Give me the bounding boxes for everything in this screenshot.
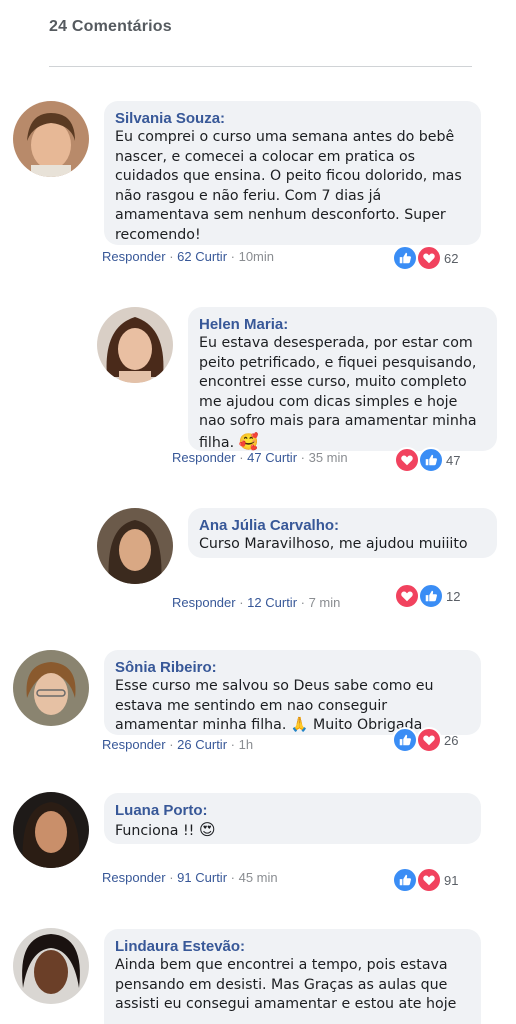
like-reaction	[392, 727, 418, 753]
reply-link[interactable]: Responder	[102, 737, 166, 752]
comment-text: Eu estava desesperada, por estar com pei…	[199, 335, 477, 451]
comment-author[interactable]: Lindaura Estevão:	[115, 937, 471, 956]
comment-author[interactable]: Luana Porto:	[115, 801, 471, 820]
reaction-count: 26	[444, 732, 459, 748]
reactions[interactable]: 91	[392, 867, 458, 893]
comment-bubble: Helen Maria: Eu estava desesperada, por …	[188, 307, 497, 451]
reply-link[interactable]: Responder	[102, 249, 166, 264]
like-link[interactable]: 26 Curtir	[177, 737, 227, 752]
heart-icon	[423, 253, 435, 264]
comment-meta: Responder · 62 Curtir · 10min	[102, 249, 275, 264]
like-link[interactable]: 12 Curtir	[247, 595, 297, 610]
avatar[interactable]	[97, 508, 173, 584]
like-reaction	[418, 447, 444, 473]
reply-link[interactable]: Responder	[102, 870, 166, 885]
avatar[interactable]	[13, 928, 89, 1004]
thumbs-up-icon	[399, 874, 411, 886]
reaction-count: 62	[444, 250, 459, 266]
heart-icon	[401, 591, 413, 602]
reactions[interactable]: 62	[392, 245, 458, 271]
reactions[interactable]: 26	[392, 727, 458, 753]
like-reaction	[418, 583, 444, 609]
avatar[interactable]	[97, 307, 173, 383]
reaction-count: 12	[446, 588, 461, 604]
heart-icon	[401, 455, 413, 466]
like-reaction	[392, 245, 418, 271]
comment-bubble: Ana Júlia Carvalho: Curso Maravilhoso, m…	[188, 508, 497, 558]
avatar[interactable]	[13, 650, 89, 726]
reply-link[interactable]: Responder	[172, 450, 236, 465]
heart-icon	[423, 875, 435, 886]
love-reaction	[416, 727, 442, 753]
thumbs-up-icon	[399, 252, 411, 264]
love-reaction	[394, 583, 420, 609]
comment-author[interactable]: Silvania Souza:	[115, 109, 471, 128]
reactions[interactable]: 47	[394, 447, 460, 473]
thumbs-up-icon	[399, 734, 411, 746]
reply-link[interactable]: Responder	[172, 595, 236, 610]
like-link[interactable]: 91 Curtir	[177, 870, 227, 885]
comment-time: 45 min	[238, 870, 278, 885]
comment-text: Eu comprei o curso uma semana antes do b…	[115, 129, 462, 243]
comment-time: 35 min	[308, 450, 348, 465]
comment-meta: Responder · 26 Curtir · 1h	[102, 737, 254, 752]
comment-bubble: Silvania Souza: Eu comprei o curso uma s…	[104, 101, 481, 245]
comment-author[interactable]: Sônia Ribeiro:	[115, 658, 471, 677]
heart-icon	[423, 735, 435, 746]
comments-count-title: 24 Comentários	[49, 18, 172, 35]
comment-author[interactable]: Ana Júlia Carvalho:	[199, 516, 487, 535]
comment-meta: Responder · 91 Curtir · 45 min	[102, 870, 278, 885]
avatar[interactable]	[13, 101, 89, 177]
reaction-count: 47	[446, 452, 461, 468]
like-link[interactable]: 47 Curtir	[247, 450, 297, 465]
heart-eyes-emoji: 😍	[198, 820, 216, 839]
reactions[interactable]: 12	[394, 583, 460, 609]
comment-meta: Responder · 47 Curtir · 35 min	[172, 450, 348, 465]
comment-time: 7 min	[308, 595, 341, 610]
comment-text: Ainda bem que encontrei a tempo, pois es…	[115, 957, 457, 1012]
comment-time: 10min	[238, 249, 275, 264]
header-divider	[49, 66, 472, 67]
comment-text: Funciona !! 😍	[115, 820, 216, 839]
like-link[interactable]: 62 Curtir	[177, 249, 227, 264]
love-reaction	[416, 867, 442, 893]
love-reaction	[416, 245, 442, 271]
love-reaction	[394, 447, 420, 473]
like-reaction	[392, 867, 418, 893]
thumbs-up-icon	[425, 454, 437, 466]
comment-author[interactable]: Helen Maria:	[199, 315, 487, 334]
reaction-count: 91	[444, 872, 459, 888]
avatar[interactable]	[13, 792, 89, 868]
comment-text: Curso Maravilhoso, me ajudou muiiito	[199, 536, 468, 552]
comment-time: 1h	[238, 737, 254, 752]
comment-bubble: Sônia Ribeiro: Esse curso me salvou so D…	[104, 650, 481, 735]
comment-meta: Responder · 12 Curtir · 7 min	[172, 595, 341, 610]
comment-bubble: Luana Porto: Funciona !! 😍	[104, 793, 481, 844]
thumbs-up-icon	[425, 590, 437, 602]
comment-bubble: Lindaura Estevão: Ainda bem que encontre…	[104, 929, 481, 1024]
smiling-face-with-hearts-emoji: 🥰	[238, 431, 259, 451]
